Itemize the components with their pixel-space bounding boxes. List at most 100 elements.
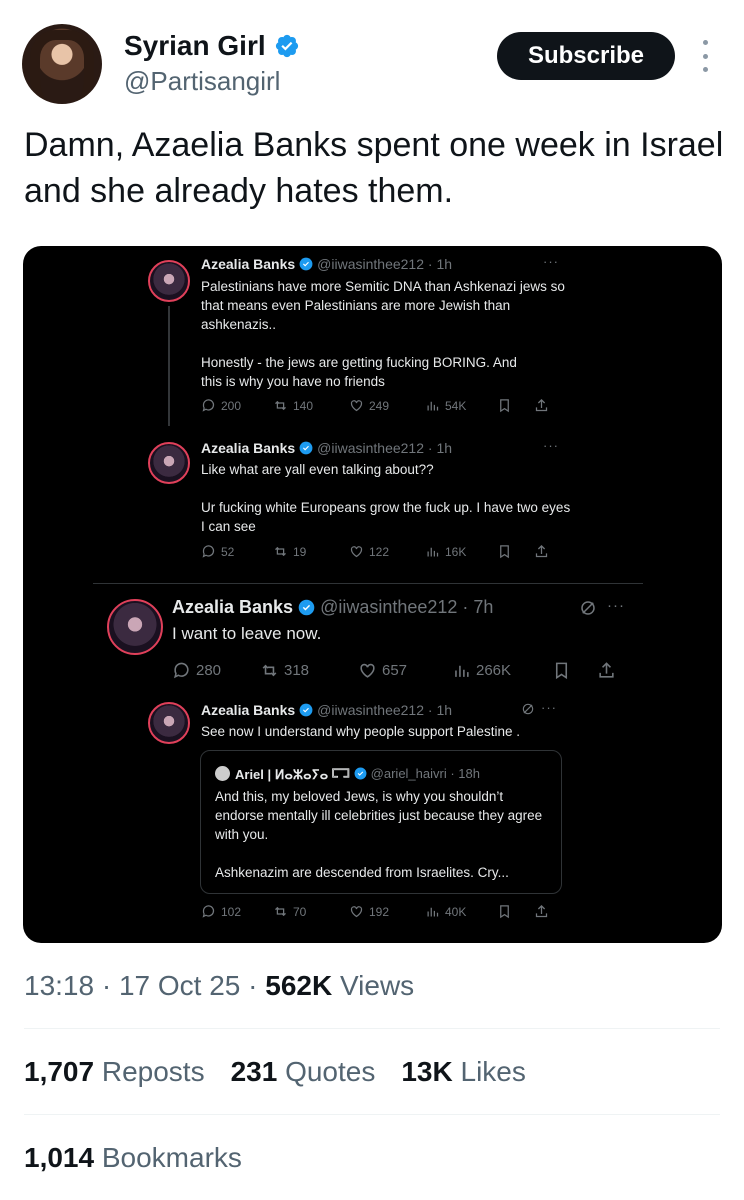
likes-label: Likes (460, 1056, 526, 1087)
reply-count: 102 (201, 904, 273, 919)
embedded-post-text: Palestinians have more Semitic DNA than … (201, 279, 565, 332)
reply-count-value: 52 (221, 544, 235, 559)
bookmark-icon (500, 545, 509, 559)
repost-icon (275, 400, 286, 411)
reply-count-value: 102 (221, 904, 242, 919)
divider (93, 583, 643, 584)
like-icon (350, 400, 363, 412)
embedded-author-name: Azealia Banks (201, 702, 296, 718)
author-avatar[interactable] (22, 24, 102, 104)
quoted-post-text-2: Ashkenazim are descended from Israelites… (215, 865, 509, 880)
views-count: 54K (425, 398, 497, 413)
like-count-value: 192 (369, 904, 390, 919)
bookmarks-label: Bookmarks (101, 1142, 242, 1173)
quoted-post-header: Ariel | ⵍⴰⵣⴰⵢⴰ 𓉐 @ariel_haivri · 18h (215, 763, 480, 784)
author-handle[interactable]: @Partisangirl (124, 66, 280, 97)
repost-icon (275, 546, 286, 557)
views-count-value: 16K (445, 544, 467, 559)
tweet-time[interactable]: 13:18 (24, 970, 94, 1001)
engagement-stats: 1,707 Reposts 231 Quotes 13K Likes (24, 1056, 526, 1088)
embedded-post-text-2: Ur fucking white Europeans grow the fuck… (201, 500, 571, 534)
grok-icon (581, 601, 595, 615)
separator-dot: · (101, 970, 112, 1001)
repost-count: 70 (273, 904, 349, 919)
embedded-post-2: Azealia Banks @iiwasinthee212 · 1h ··· L… (23, 434, 722, 569)
likes-stat[interactable]: 13K Likes (401, 1056, 526, 1088)
likes-count: 13K (401, 1056, 453, 1087)
repost-icon (262, 664, 277, 677)
like-count: 249 (349, 398, 425, 413)
quoted-post[interactable]: Ariel | ⵍⴰⵣⴰⵢⴰ 𓉐 @ariel_haivri · 18h And… (200, 750, 562, 894)
embedded-avatar (148, 260, 190, 302)
like-count-value: 249 (369, 398, 390, 413)
share-icon (535, 398, 548, 412)
reply-count: 280 (172, 661, 260, 680)
embedded-post-header: Azealia Banks @iiwasinthee212 · 7h (172, 597, 493, 618)
more-icon: ··· (607, 597, 625, 614)
views-count: 266K (452, 661, 552, 680)
repost-icon (275, 906, 286, 917)
verified-badge-icon (299, 441, 313, 455)
quoted-avatar (215, 766, 230, 781)
repost-count-value: 318 (284, 662, 310, 679)
share-icon (535, 544, 548, 558)
embedded-actions: 200 140 249 54K (201, 398, 549, 413)
verified-badge-icon (354, 767, 367, 780)
embedded-post-3: Azealia Banks @iiwasinthee212 · 7h ··· I… (23, 591, 722, 691)
quoted-post-text: And this, my beloved Jews, is why you sh… (215, 789, 543, 842)
separator-dot: · (248, 970, 258, 1001)
embedded-actions: 280 318 657 266K (172, 661, 616, 680)
quoted-author-handle: @ariel_haivri · 18h (370, 766, 480, 781)
repost-count-value: 70 (293, 904, 307, 919)
verified-badge-icon (298, 599, 315, 616)
embedded-author-handle: @iiwasinthee212 · 1h (317, 256, 453, 272)
like-count: 122 (349, 544, 425, 559)
reply-icon (202, 545, 215, 558)
reposts-stat[interactable]: 1,707 Reposts (24, 1056, 205, 1088)
tweet-media-image[interactable]: Azealia Banks @iiwasinthee212 · 1h ··· P… (23, 246, 722, 943)
verified-badge-icon (275, 34, 298, 58)
embedded-author-name: Azealia Banks (201, 256, 296, 272)
subscribe-button[interactable]: Subscribe (497, 32, 675, 80)
reply-count-value: 200 (221, 398, 242, 413)
quotes-stat[interactable]: 231 Quotes (231, 1056, 376, 1088)
embedded-avatar (148, 702, 190, 744)
views-icon (455, 665, 469, 677)
bookmark-icon (555, 662, 568, 680)
share-icon (599, 662, 614, 678)
views-icon (427, 907, 439, 917)
embedded-actions: 52 19 122 16K (201, 544, 549, 559)
verified-badge-icon (299, 257, 313, 271)
verified-badge-icon (299, 703, 313, 717)
like-count-value: 657 (382, 662, 408, 679)
embedded-post-4: Azealia Banks @iiwasinthee212 · 1h ··· S… (23, 700, 722, 935)
thread-line (168, 306, 170, 426)
tweet-header: Syrian Girl @Partisangirl Subscribe (0, 0, 744, 110)
author-name[interactable]: Syrian Girl (124, 30, 266, 62)
reposts-count: 1,707 (24, 1056, 95, 1087)
more-vertical-icon[interactable] (698, 40, 712, 72)
bookmarks-stat[interactable]: 1,014 Bookmarks (24, 1142, 242, 1174)
like-count: 192 (349, 904, 425, 919)
embedded-actions: 102 70 192 40K (201, 904, 549, 919)
embedded-post-text: See now I understand why people support … (201, 724, 520, 739)
reply-icon (202, 399, 215, 412)
repost-count: 318 (260, 661, 358, 680)
bookmark-icon (500, 399, 509, 413)
embedded-post-text: I want to leave now. (172, 624, 322, 643)
quoted-author-name: Ariel | ⵍⴰⵣⴰⵢⴰ 𓉐 (235, 767, 350, 782)
embedded-post-header: Azealia Banks @iiwasinthee212 · 1h (201, 256, 452, 272)
like-count: 657 (358, 661, 452, 680)
embedded-author-name: Azealia Banks (201, 440, 296, 456)
reply-count-value: 280 (196, 662, 222, 679)
views-count-value: 266K (476, 662, 512, 679)
more-icon: ··· (543, 438, 559, 453)
bookmarks-count: 1,014 (24, 1142, 95, 1173)
divider (24, 1028, 720, 1029)
like-icon (360, 663, 375, 678)
repost-count-value: 140 (293, 398, 314, 413)
embedded-avatar (148, 442, 190, 484)
reply-count: 52 (201, 544, 273, 559)
reply-icon (202, 905, 215, 918)
tweet-date[interactable]: 17 Oct 25 (119, 970, 240, 1001)
